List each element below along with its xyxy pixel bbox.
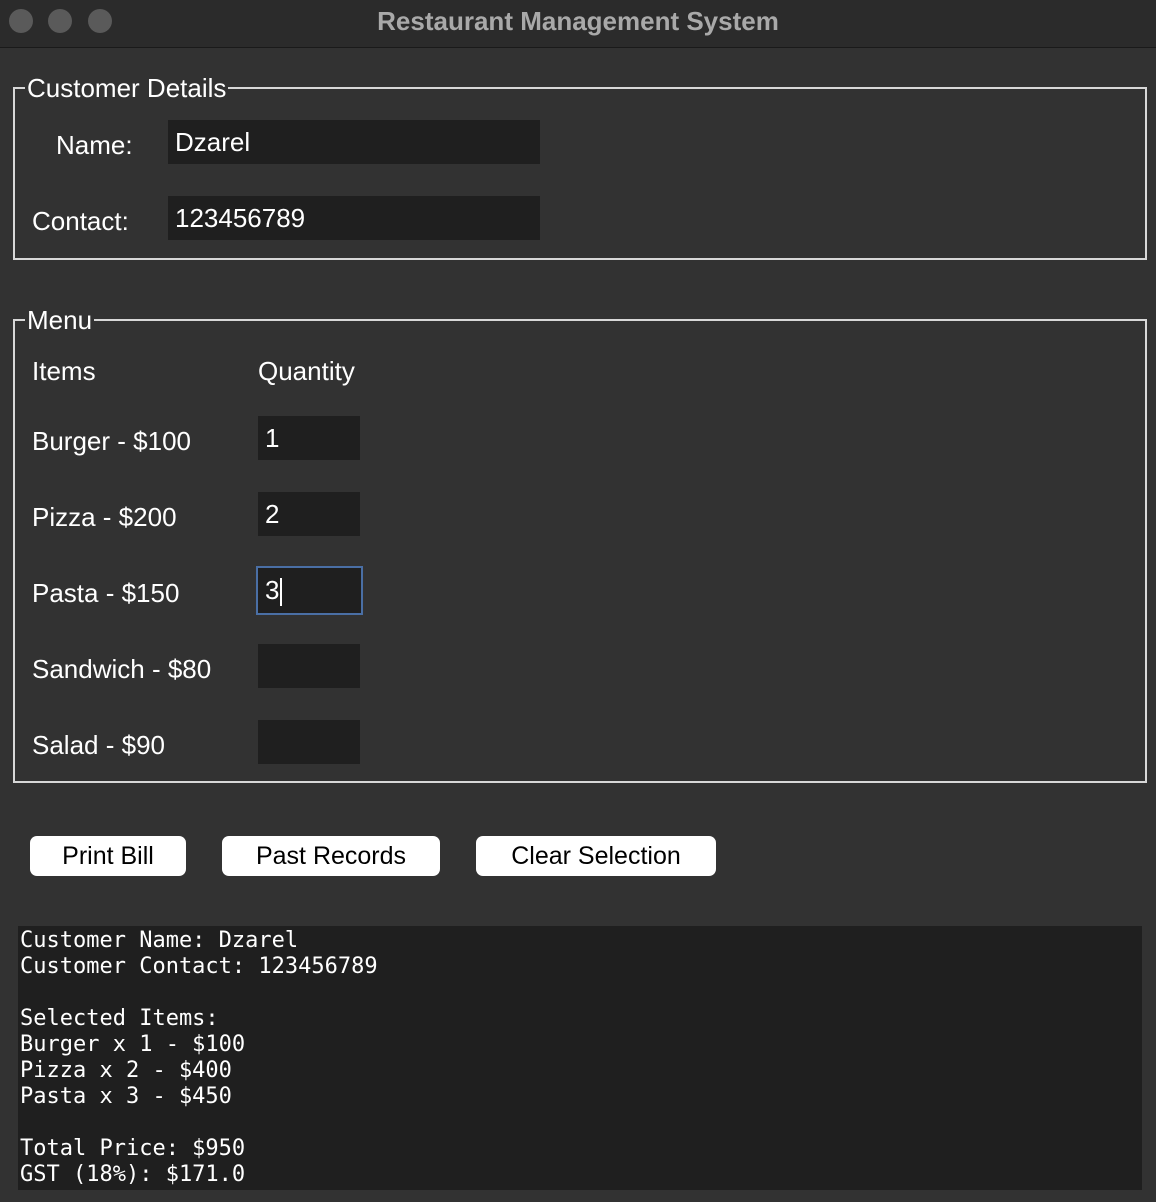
sandwich-quantity-input[interactable] <box>258 644 360 688</box>
menu-item-pizza-label: Pizza - $200 <box>32 502 177 532</box>
menu-legend: Menu <box>25 305 95 335</box>
title-bar: Restaurant Management System <box>0 0 1156 48</box>
bill-line: Total Price: $950 <box>20 1136 246 1161</box>
name-label: Name: <box>56 130 133 160</box>
bill-line: Selected Items: <box>20 1006 219 1031</box>
menu-item-salad-label: Salad - $90 <box>32 730 165 760</box>
menu-item-pasta-label: Pasta - $150 <box>32 578 180 608</box>
name-input[interactable]: Dzarel <box>168 120 540 164</box>
bill-line: Customer Contact: 123456789 <box>20 954 378 979</box>
customer-details-legend: Customer Details <box>25 73 229 103</box>
items-header: Items <box>32 356 96 386</box>
bill-output-text[interactable]: Customer Name: Dzarel Customer Contact: … <box>18 926 1142 1190</box>
menu-frame: Menu <box>13 306 1147 783</box>
bill-line: GST (18%): $171.0 <box>20 1162 246 1187</box>
past-records-button[interactable]: Past Records <box>222 836 440 876</box>
contact-input[interactable]: 123456789 <box>168 196 540 240</box>
pasta-quantity-input[interactable]: 3 <box>256 566 363 615</box>
text-caret <box>280 578 283 607</box>
bill-line <box>20 980 1140 1006</box>
bill-line: Pasta x 3 - $450 <box>20 1084 232 1109</box>
quantity-header: Quantity <box>258 356 355 386</box>
clear-selection-button[interactable]: Clear Selection <box>476 836 716 876</box>
pasta-quantity-value: 3 <box>265 575 280 605</box>
bill-line: Customer Name: Dzarel <box>20 928 299 953</box>
window-title: Restaurant Management System <box>377 6 779 36</box>
contact-label: Contact: <box>32 206 129 236</box>
print-bill-button[interactable]: Print Bill <box>30 836 186 876</box>
pizza-quantity-input[interactable]: 2 <box>258 492 360 536</box>
bill-line: Pizza x 2 - $400 <box>20 1058 232 1083</box>
bill-line <box>20 1110 1140 1136</box>
burger-quantity-input[interactable]: 1 <box>258 416 360 460</box>
menu-item-burger-label: Burger - $100 <box>32 426 191 456</box>
salad-quantity-input[interactable] <box>258 720 360 764</box>
menu-item-sandwich-label: Sandwich - $80 <box>32 654 212 684</box>
bill-line: Burger x 1 - $100 <box>20 1032 246 1057</box>
